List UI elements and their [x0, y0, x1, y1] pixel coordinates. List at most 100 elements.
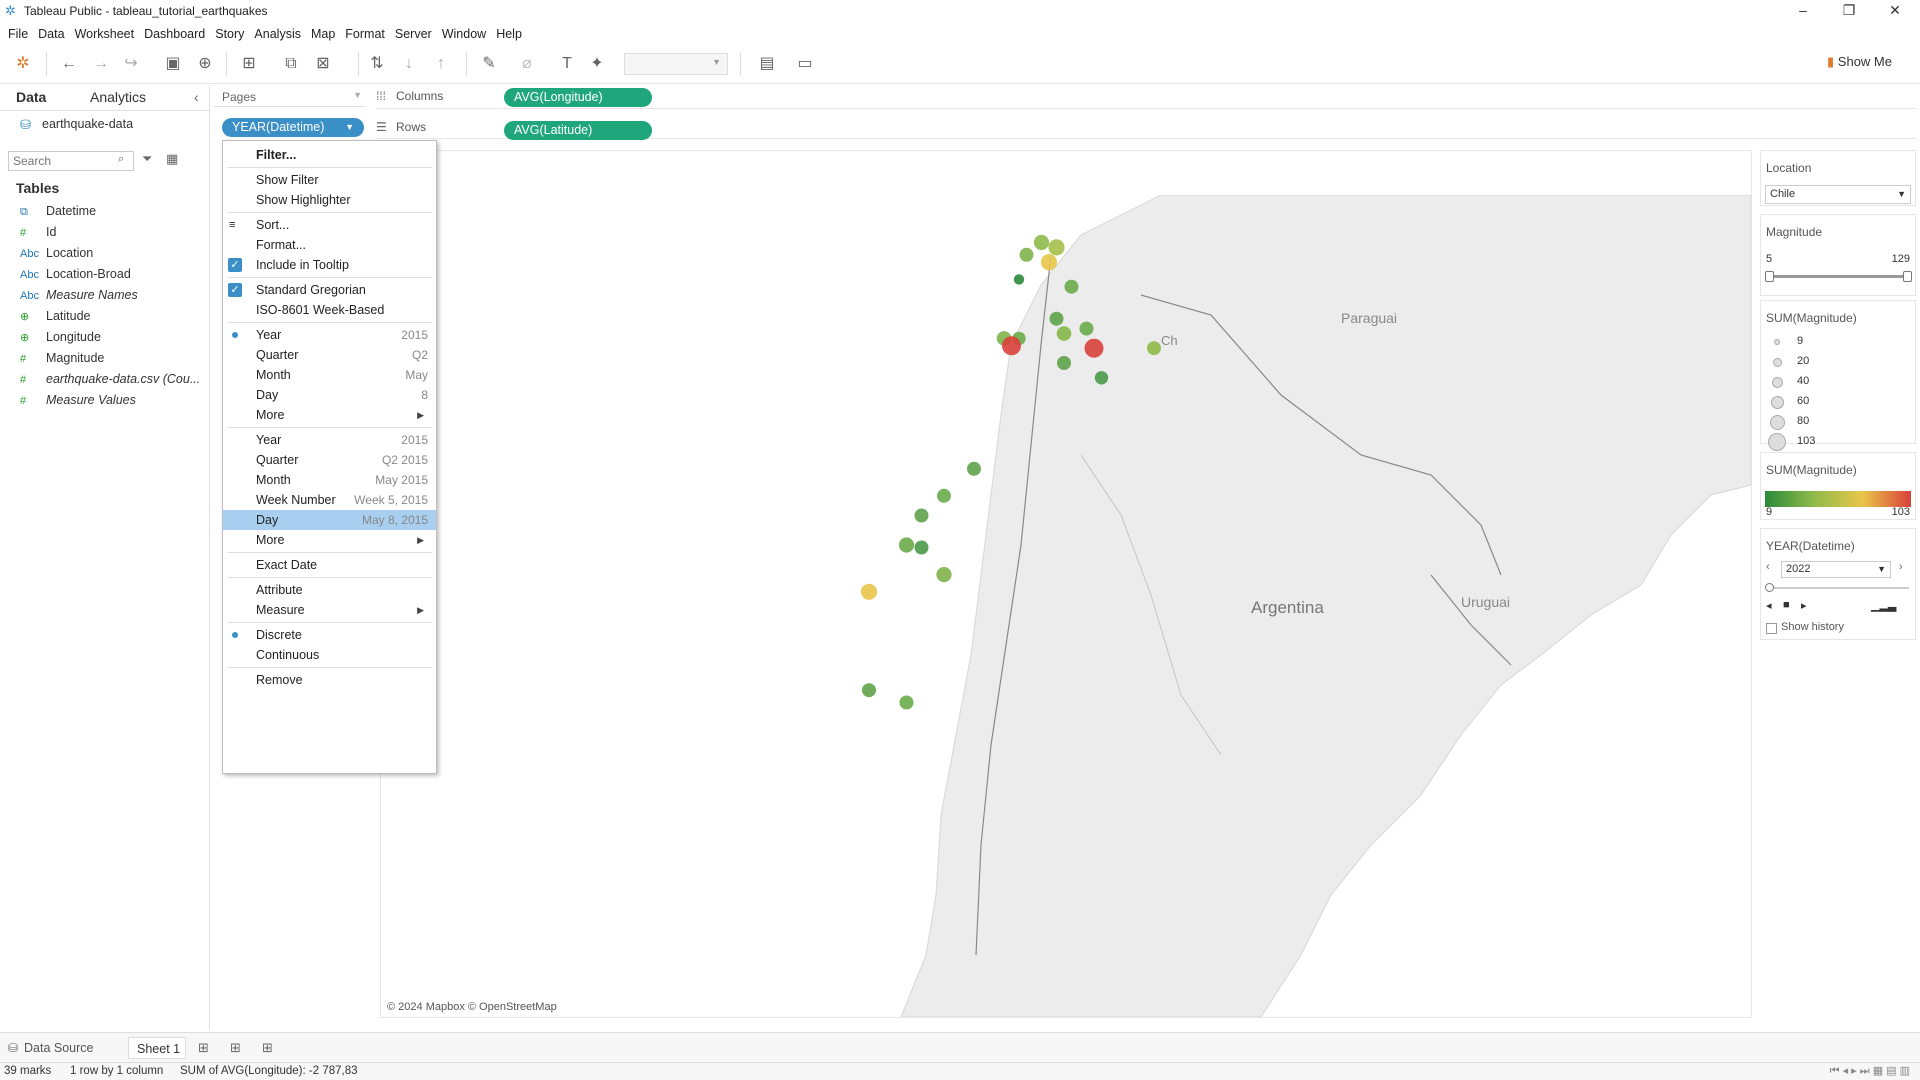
show-history-checkbox[interactable]	[1766, 623, 1777, 634]
menu-story[interactable]: Story	[215, 27, 244, 41]
menu-item-discrete[interactable]: Discrete	[223, 625, 436, 645]
pages-slider-handle[interactable]	[1765, 583, 1774, 592]
earthquake-mark[interactable]	[914, 508, 929, 523]
menu-item-filter[interactable]: Filter...	[223, 145, 436, 165]
size-legend-item[interactable]: 80	[1767, 413, 1907, 431]
location-dropdown[interactable]: Chile ▼	[1765, 185, 1911, 204]
save-icon[interactable]: ▣	[162, 54, 184, 74]
earthquake-mark[interactable]	[1033, 234, 1050, 251]
swap-icon[interactable]: ⇅	[366, 54, 388, 74]
menu-analysis[interactable]: Analysis	[254, 27, 301, 41]
size-legend-item[interactable]: 40	[1767, 373, 1907, 391]
menu-file[interactable]: File	[8, 27, 28, 41]
collapse-icon[interactable]: ‹	[194, 85, 199, 109]
filter-icon[interactable]: ⏷	[142, 151, 152, 167]
maximize-icon[interactable]: ❐	[1826, 0, 1872, 22]
field-item[interactable]: # earthquake-data.csv (Cou...	[20, 369, 200, 390]
pages-slider[interactable]	[1769, 587, 1909, 589]
card-visibility-icon[interactable]: ▤	[756, 54, 778, 74]
fit-dropdown[interactable]: ▼	[624, 53, 728, 75]
stop-icon[interactable]: ■	[1783, 599, 1790, 611]
earthquake-mark[interactable]	[1064, 279, 1079, 294]
search-input[interactable]	[8, 151, 134, 171]
menu-item-format[interactable]: Format...	[223, 235, 436, 255]
data-source-tab[interactable]: Data Source	[24, 1041, 93, 1055]
tab-data[interactable]: Data	[16, 85, 46, 109]
menu-item-attribute[interactable]: Attribute	[223, 580, 436, 600]
earthquake-mark[interactable]	[1040, 254, 1058, 271]
columns-pill[interactable]: AVG(Longitude)	[504, 88, 652, 107]
close-icon[interactable]: ✕	[1872, 0, 1918, 22]
menu-item-measure[interactable]: Measure ▶	[223, 600, 436, 620]
tableau-start-icon[interactable]: ✲	[12, 54, 34, 74]
minimize-icon[interactable]: –	[1780, 0, 1826, 22]
menu-window[interactable]: Window	[442, 27, 486, 41]
menu-item-include-in-tooltip[interactable]: ✓ Include in Tooltip	[223, 255, 436, 275]
size-legend-item[interactable]: 9	[1767, 333, 1907, 351]
menu-format[interactable]: Format	[345, 27, 385, 41]
new-sheet-icon[interactable]: ⊞	[198, 1040, 209, 1056]
tab-analytics[interactable]: Analytics	[90, 85, 146, 109]
field-item[interactable]: ⊕ Latitude	[20, 306, 90, 327]
earthquake-mark[interactable]	[936, 567, 952, 583]
menu-item-day[interactable]: Day May 8, 2015	[223, 510, 436, 530]
earthquake-mark[interactable]	[1056, 326, 1072, 341]
menu-item-continuous[interactable]: Continuous	[223, 645, 436, 665]
speed-icons[interactable]: ▁▂▃	[1871, 599, 1896, 612]
menu-server[interactable]: Server	[395, 27, 432, 41]
rows-pill[interactable]: AVG(Latitude)	[504, 121, 652, 140]
earthquake-mark[interactable]	[1002, 336, 1021, 356]
earthquake-mark[interactable]	[1094, 371, 1109, 385]
new-worksheet-icon[interactable]: ⊞	[238, 54, 260, 74]
new-datasource-icon[interactable]: ⊕	[194, 54, 216, 74]
earthquake-mark[interactable]	[1057, 356, 1071, 370]
menu-item-day[interactable]: Day 8	[223, 385, 436, 405]
earthquake-mark[interactable]	[1049, 311, 1064, 326]
field-item[interactable]: ⧉ Datetime	[20, 201, 96, 222]
menu-item-quarter[interactable]: Quarter Q2	[223, 345, 436, 365]
field-item[interactable]: ⊕ Longitude	[20, 327, 101, 348]
undo-icon[interactable]: ←	[58, 54, 80, 74]
earthquake-mark[interactable]	[1147, 341, 1161, 356]
show-history-label[interactable]: Show history	[1781, 621, 1844, 633]
new-dashboard-icon[interactable]: ⊞	[230, 1040, 241, 1056]
menu-item-show-highlighter[interactable]: Show Highlighter	[223, 190, 436, 210]
earthquake-mark[interactable]	[1079, 321, 1094, 336]
earthquake-mark[interactable]	[937, 488, 951, 503]
menu-item-month[interactable]: Month May	[223, 365, 436, 385]
menu-item-show-filter[interactable]: Show Filter	[223, 170, 436, 190]
menu-item-quarter[interactable]: Quarter Q2 2015	[223, 450, 436, 470]
earthquake-mark[interactable]	[1019, 247, 1034, 262]
show-me-button[interactable]: ▮ Show Me	[1827, 54, 1892, 70]
map[interactable]: Paraguai Argentina Uruguai Ch © 2024 Map…	[381, 195, 1751, 1017]
replay-icon[interactable]: ↪	[120, 54, 142, 74]
menu-item-year[interactable]: Year 2015	[223, 430, 436, 450]
earthquake-mark[interactable]	[1084, 338, 1104, 358]
earthquake-mark[interactable]	[967, 461, 981, 476]
datasource-name[interactable]: earthquake-data	[42, 117, 133, 131]
earthquake-mark[interactable]	[914, 540, 929, 555]
labels-icon[interactable]: T	[556, 54, 578, 74]
menu-item-more[interactable]: More ▶	[223, 530, 436, 550]
earthquake-mark[interactable]	[1048, 239, 1065, 256]
presentation-icon[interactable]: ▭	[794, 54, 816, 74]
menu-help[interactable]: Help	[496, 27, 522, 41]
field-item[interactable]: # Id	[20, 222, 56, 243]
menu-data[interactable]: Data	[38, 27, 64, 41]
sort-desc-icon[interactable]: ↑	[430, 54, 452, 74]
earthquake-mark[interactable]	[899, 695, 914, 710]
highlight-icon[interactable]: ✎	[478, 54, 500, 74]
pin-icon[interactable]: ✦	[586, 54, 608, 74]
earthquake-mark[interactable]	[898, 537, 915, 553]
clear-sheet-icon[interactable]: ⊠	[312, 54, 334, 74]
menu-item-sort[interactable]: ≡ Sort...	[223, 215, 436, 235]
earthquake-mark[interactable]	[862, 683, 876, 698]
sort-asc-icon[interactable]: ↓	[398, 54, 420, 74]
earthquake-mark[interactable]	[1013, 274, 1025, 285]
field-item[interactable]: Abc Measure Names	[20, 285, 138, 306]
field-item[interactable]: # Measure Values	[20, 390, 136, 411]
view-options-icon[interactable]: ▦	[166, 151, 178, 167]
sheet1-tab[interactable]: Sheet 1	[128, 1037, 186, 1059]
magnitude-slider-max-handle[interactable]	[1903, 271, 1912, 282]
menu-dashboard[interactable]: Dashboard	[144, 27, 205, 41]
